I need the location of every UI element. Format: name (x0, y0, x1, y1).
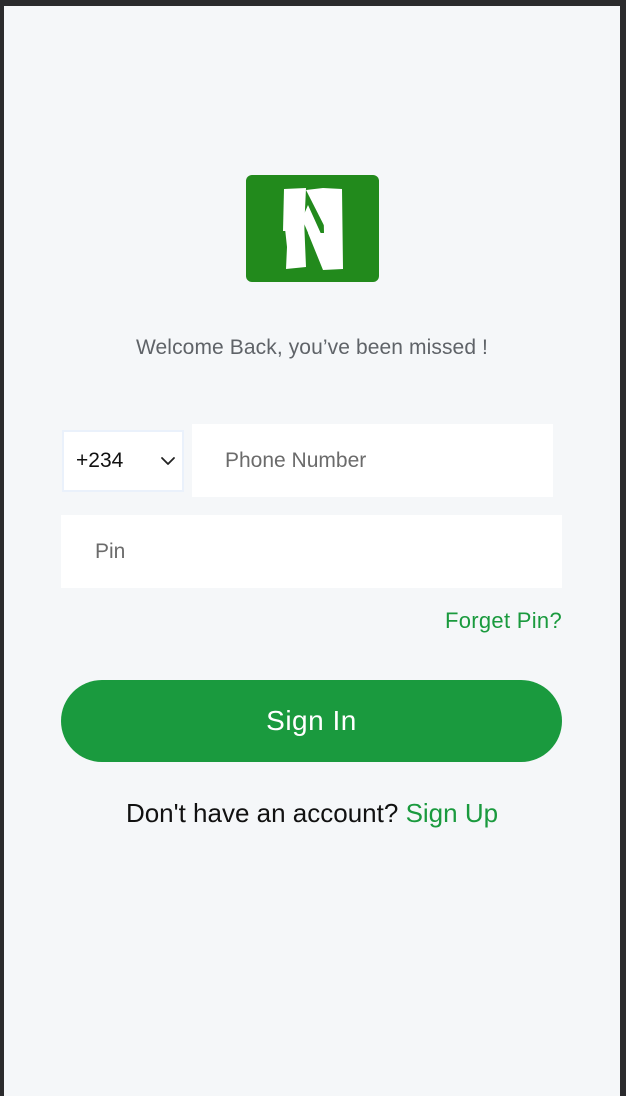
sign-up-row: Don't have an account? Sign Up (4, 798, 620, 829)
login-screen: Welcome Back, you’ve been missed ! +234 … (4, 6, 620, 1096)
sign-up-link[interactable]: Sign Up (406, 798, 499, 828)
country-code-value: +234 (76, 449, 124, 472)
n-logo-icon (283, 188, 343, 270)
welcome-message: Welcome Back, you’ve been missed ! (135, 336, 488, 359)
chevron-down-icon (161, 457, 175, 465)
forget-pin-link[interactable]: Forget Pin? (445, 608, 562, 634)
sign-in-button[interactable]: Sign In (61, 680, 562, 762)
sign-up-prompt: Don't have an account? (125, 798, 399, 828)
phone-number-input[interactable] (192, 424, 553, 497)
country-code-select[interactable]: +234 (62, 430, 184, 492)
pin-input[interactable] (61, 515, 562, 588)
app-logo (246, 175, 379, 282)
